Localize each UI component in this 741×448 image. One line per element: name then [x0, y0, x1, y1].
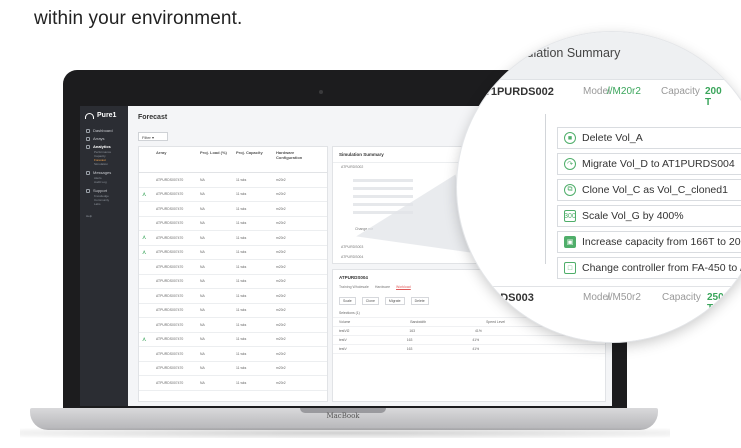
simulation-action-item[interactable]: ■ Delete Vol_A: [557, 127, 741, 149]
table-row[interactable]: ATPURDS007470 NA 11 wks m20r2: [139, 318, 327, 333]
table-row[interactable]: ⋏ ATPURDS007470 NA 11 wks m20r2: [139, 333, 327, 347]
table-row[interactable]: ATPURDS007470 NA 11 wks m20r2: [139, 362, 327, 376]
simulation-action-item[interactable]: ↷ Migrate Vol_D to AT1PURDS004: [557, 153, 741, 175]
table-row[interactable]: ATPURDS007470 NA 11 wks m20r2: [139, 304, 327, 318]
messages-icon: [86, 170, 90, 175]
table-row[interactable]: ATPURDS007470 NA 11 wks m20r2: [139, 217, 327, 231]
support-icon: [86, 188, 90, 193]
capacity-icon: ▣: [564, 236, 576, 248]
share-icon: ⋏: [142, 336, 147, 343]
col-array[interactable]: Array: [153, 147, 197, 172]
table-row[interactable]: ATPURDS007470 NA 11 wks m20r2: [139, 347, 327, 362]
share-icon: ⋏: [142, 191, 147, 198]
delete-button[interactable]: Delete: [410, 297, 429, 305]
arrays-icon: [86, 136, 90, 141]
dashboard-icon: [86, 128, 90, 133]
headline: within your environment.: [34, 8, 243, 29]
simulation-action-item[interactable]: ▣ Increase capacity from 166T to 200T: [557, 231, 741, 253]
table-row[interactable]: ⋏ ATPURDS007470 NA 11 wks m20r2: [139, 246, 327, 260]
table-row[interactable]: ATPURDS007470 NA 11 wks m20r2: [139, 289, 327, 304]
sidebar-item-messages[interactable]: Messages: [86, 170, 111, 175]
table-row[interactable]: ⋏ ATPURDS007470 NA 11 wks m20r2: [139, 231, 327, 246]
logo-text: Pure1: [97, 112, 117, 119]
sidebar-sub-labs[interactable]: Labs: [94, 202, 101, 206]
mag-header: Simulation Summary: [457, 32, 741, 80]
clone-button[interactable]: Clone: [361, 297, 379, 305]
table-row[interactable]: ATPURDS007470 NA 11 wks m20r2: [139, 173, 327, 188]
scale-icon: 300: [564, 210, 576, 222]
logo: Pure1: [85, 112, 116, 119]
simulation-action-item[interactable]: ⧉ Clone Vol_C as Vol_C_cloned1: [557, 179, 741, 201]
analytics-icon: [86, 144, 90, 149]
clone-icon: ⧉: [564, 184, 576, 196]
delete-icon: ■: [564, 132, 576, 144]
laptop-shadow: [20, 428, 670, 438]
table-row[interactable]: ATPURDS007470 NA 11 wks m20r2: [139, 202, 327, 217]
forecast-table: Array Proj. Load (%) Proj. Capacity Hard…: [138, 146, 328, 402]
share-icon: ⋏: [142, 249, 147, 256]
table-body: ATPURDS007470 NA 11 wks m20r2 ⋏ ATPURDS007470…: [139, 173, 327, 391]
sidebar: Pure1 Dashboard Arrays Analytics Perform…: [80, 106, 128, 406]
scale-button[interactable]: Scale: [339, 297, 356, 305]
sidebar-item-arrays[interactable]: Arrays: [86, 136, 105, 141]
table-row[interactable]: ATPURDS007470 NA 11 wks m20r2: [139, 275, 327, 289]
share-icon: ⋏: [142, 235, 147, 242]
table-header: Array Proj. Load (%) Proj. Capacity Hard…: [139, 147, 327, 173]
col-hardware[interactable]: Hardware Configuration: [273, 147, 323, 172]
simulation-action-item[interactable]: 300 Scale Vol_G by 400%: [557, 205, 741, 227]
sidebar-item-support[interactable]: Support: [86, 188, 107, 193]
simulation-action-item[interactable]: □Change controller from FA-450 to //M2: [557, 257, 741, 279]
sidebar-item-analytics[interactable]: Analytics: [86, 144, 111, 149]
laptop-brand: MacBook: [326, 412, 360, 420]
table-row[interactable]: ⋏ ATPURDS007470 NA 11 wks m20r2: [139, 188, 327, 202]
col-capacity[interactable]: Proj. Capacity: [233, 147, 273, 172]
mag-array-id: AT1PURDS002: [477, 86, 554, 98]
sidebar-sub-simulation[interactable]: Simulation: [94, 162, 108, 166]
placeholder-line: [353, 179, 413, 182]
magnifier-callout: Simulation Summary AT1PURDS002 Model //M…: [457, 32, 741, 342]
mag-title: Simulation Summary: [505, 46, 621, 60]
logo-icon: [85, 112, 94, 119]
col-load[interactable]: Proj. Load (%): [197, 147, 233, 172]
migrate-button[interactable]: Migrate: [384, 297, 405, 305]
sidebar-item-dashboard[interactable]: Dashboard: [86, 128, 113, 133]
tab-training[interactable]: Training Wholesale: [339, 285, 369, 289]
controller-icon: □: [564, 262, 576, 274]
camera-icon: [319, 90, 323, 94]
tab-workload[interactable]: Workload: [396, 285, 411, 289]
table-row[interactable]: ATPURDS007470 NA 11 wks m20r2: [139, 260, 327, 275]
mag-connector-line: [545, 114, 546, 264]
page-title: Forecast: [138, 114, 168, 121]
migrate-icon: ↷: [564, 158, 576, 170]
tab-hardware[interactable]: Hardware: [375, 285, 390, 289]
sidebar-sub-audit-log[interactable]: Audit Log: [94, 180, 107, 184]
table-row[interactable]: ATPURDS007470 NA 11 wks m20r2: [139, 376, 327, 391]
filter-dropdown[interactable]: Filter ▾: [138, 132, 168, 141]
sidebar-help[interactable]: Help: [86, 214, 92, 218]
workload-row[interactable]: testV16341%: [333, 345, 605, 354]
